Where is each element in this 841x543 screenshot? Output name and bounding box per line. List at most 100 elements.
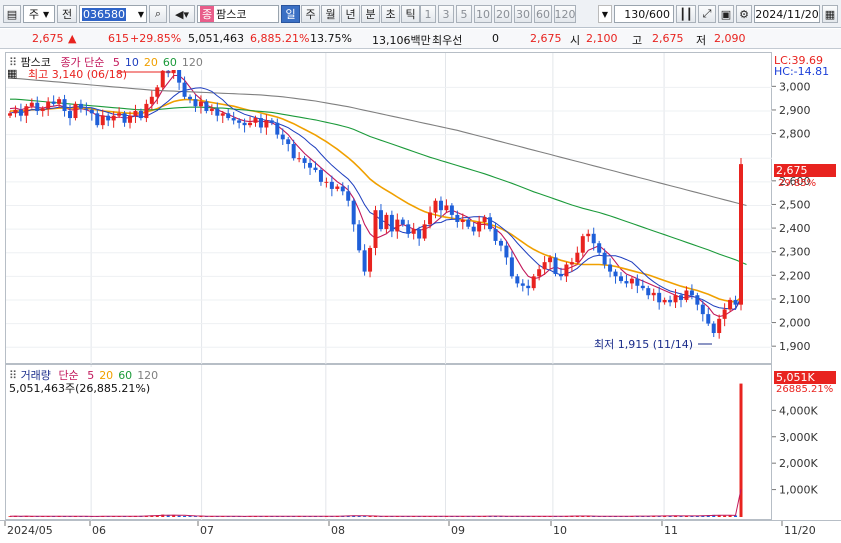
market-select[interactable]: 주 ▼: [23, 5, 55, 23]
x-axis-ticks: 2024/05 06 07 08 09 10 11 11/20: [4, 521, 816, 537]
volume-last-tag: 5,051K: [774, 371, 836, 384]
chevron-down-icon[interactable]: ▼: [138, 10, 144, 19]
volume-pane[interactable]: ⠿ 거래량 단순 5 20 60 120 5,051,463주(26,885.21%): [5, 364, 772, 521]
candle-body-26: [149, 96, 154, 104]
prev-button[interactable]: 전: [57, 5, 77, 23]
x-tick-4: 09: [451, 524, 465, 537]
candle-body-93: [515, 276, 520, 284]
candle-body-20: [117, 113, 122, 116]
candle-body-109: [602, 252, 607, 265]
candle-body-117: [646, 288, 651, 296]
candle-body-78: [433, 200, 438, 213]
candle-body-91: [504, 245, 509, 258]
x-tick-2: 07: [200, 524, 214, 537]
candle-body-42: [237, 120, 242, 123]
minute-button-30[interactable]: 30: [514, 5, 532, 23]
candle-body-92: [509, 257, 514, 277]
candle-body-66: [368, 247, 373, 272]
ma-legend-120[interactable]: 120: [182, 56, 203, 69]
price-tick-2900: 2,900: [779, 104, 811, 117]
date-input[interactable]: 2024/11/20: [754, 5, 820, 23]
ma-legend-60[interactable]: 60: [163, 56, 177, 69]
candle-body-111: [613, 271, 618, 277]
chevron-down-icon: ▼: [42, 9, 50, 19]
count-value: 130: [624, 7, 646, 21]
candle-body-13: [78, 103, 83, 109]
candle-body-90: [498, 240, 503, 246]
candle-body-84: [466, 219, 471, 227]
candle-body-52: [291, 144, 296, 159]
x-axis: 2024/05 06 07 08 09 10 11 11/20: [0, 520, 841, 542]
candle-body-119: [657, 292, 662, 303]
price-tick-1900: 1,900: [779, 340, 811, 353]
candle-body-37: [209, 108, 214, 111]
price-pane[interactable]: ⠿ 팜스코 종가 단순 5 10 20 60 120 ▦ 최고 3,140 (06/18…: [5, 52, 773, 365]
minute-button-1[interactable]: 1: [420, 5, 436, 23]
save-icon[interactable]: ▣: [718, 5, 734, 23]
minute-button-120[interactable]: 120: [554, 5, 576, 23]
stock-name-field[interactable]: 종 팜스코: [197, 5, 279, 23]
candle-body-97: [537, 269, 542, 277]
candle-body-39: [220, 113, 225, 116]
candle-body-36: [204, 101, 209, 111]
change-percent: +29.85%: [130, 32, 182, 45]
candle-body-45: [253, 118, 258, 123]
volume-tick-0: 1,000K: [779, 484, 818, 497]
period-button-2[interactable]: 월: [321, 5, 340, 23]
speaker-icon[interactable]: ◀▾: [169, 5, 195, 23]
gear-icon[interactable]: ⚙: [736, 5, 752, 23]
price-tick-2400: 2,400: [779, 222, 811, 235]
period-button-3[interactable]: 년: [341, 5, 360, 23]
candle-body-0: [8, 113, 12, 116]
candle-body-73: [406, 224, 411, 234]
minute-button-3[interactable]: 3: [438, 5, 454, 23]
period-button-0[interactable]: 일: [281, 5, 300, 23]
stock-name: 팜스코: [216, 8, 247, 21]
chart-menu-icon[interactable]: ▤: [3, 5, 21, 23]
volume-last-pct: 26885.21%: [776, 384, 834, 395]
high-annotation: 최고 3,140 (06/18): [28, 68, 128, 81]
period-button-4[interactable]: 분: [361, 5, 380, 23]
candle-body-38: [215, 108, 220, 116]
price-tick-2200: 2,200: [779, 269, 811, 282]
ma-line-20: [10, 98, 742, 303]
period-button-5[interactable]: 초: [381, 5, 400, 23]
candle-body-129: [711, 323, 716, 334]
minute-button-60[interactable]: 60: [534, 5, 552, 23]
candle-body-62: [346, 191, 351, 201]
code-input[interactable]: 036580 ▼: [79, 5, 147, 23]
volume-ma-5: [9, 488, 742, 517]
ma-legend-20[interactable]: 20: [144, 56, 158, 69]
price-axis-ticks: 1,9002,0002,1002,2002,3002,4002,5002,600…: [772, 80, 811, 353]
minute-dropdown[interactable]: ▼: [598, 5, 612, 23]
last-price-pct: 29.85%: [778, 178, 817, 189]
ma-legend-10[interactable]: 10: [125, 56, 139, 69]
settings-icon[interactable]: ▦: [7, 67, 17, 80]
candle-body-6: [40, 108, 45, 111]
candle-body-67: [373, 210, 378, 248]
count-input[interactable]: 130/600: [614, 5, 674, 23]
minute-button-20[interactable]: 20: [494, 5, 512, 23]
candle-body-89: [493, 229, 498, 241]
calendar-icon[interactable]: ▦: [822, 5, 838, 23]
period-button-6[interactable]: 틱: [401, 5, 420, 23]
candle-body-1: [13, 109, 18, 114]
candle-body-40: [226, 113, 231, 119]
minute-button-10[interactable]: 10: [474, 5, 492, 23]
search-icon[interactable]: ⌕: [149, 5, 167, 23]
candle-body-71: [395, 219, 400, 232]
candle-body-60: [335, 186, 340, 189]
candle-body-114: [629, 278, 634, 284]
minute-button-5[interactable]: 5: [456, 5, 472, 23]
last-price: 2,675: [530, 32, 562, 45]
candle-body-3: [24, 106, 29, 116]
period-button-1[interactable]: 주: [301, 5, 320, 23]
indicator-icon[interactable]: ⤢: [698, 5, 716, 23]
candle-body-23: [133, 110, 138, 116]
price-tick-2500: 2,500: [779, 198, 811, 211]
candle-type-icon[interactable]: ┃┃: [676, 5, 696, 23]
candle-body-15: [89, 109, 94, 114]
candle-body-102: [564, 264, 569, 277]
price-tick-3000: 3,000: [779, 80, 811, 93]
candle-body-8: [51, 101, 56, 104]
